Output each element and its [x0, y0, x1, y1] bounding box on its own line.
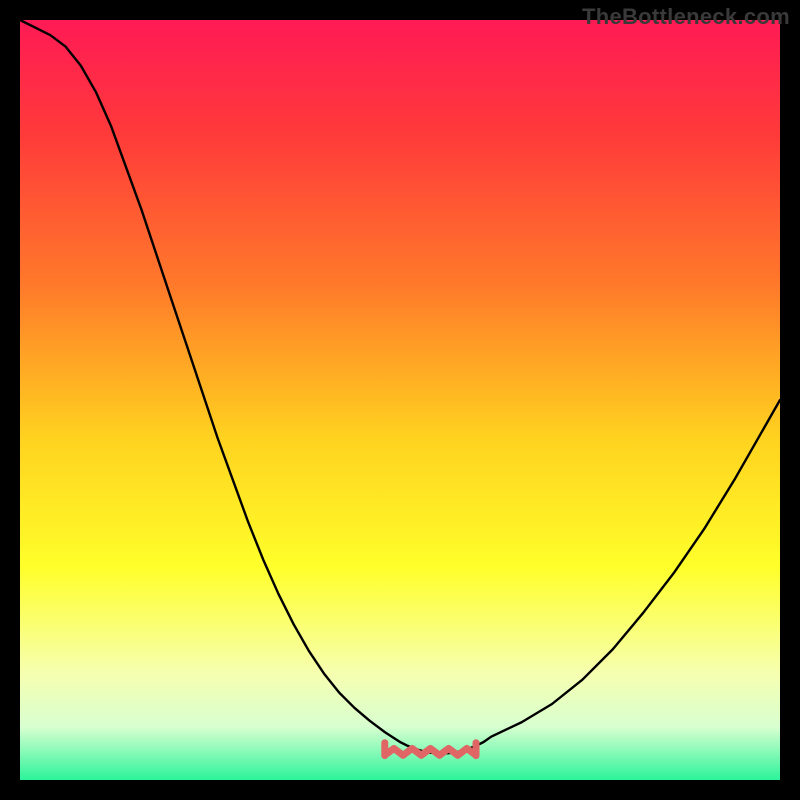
plot-area: [20, 20, 780, 780]
chart-frame: TheBottleneck.com: [0, 0, 800, 800]
gradient-background: [20, 20, 780, 780]
watermark-text: TheBottleneck.com: [582, 4, 790, 30]
plot-svg: [20, 20, 780, 780]
